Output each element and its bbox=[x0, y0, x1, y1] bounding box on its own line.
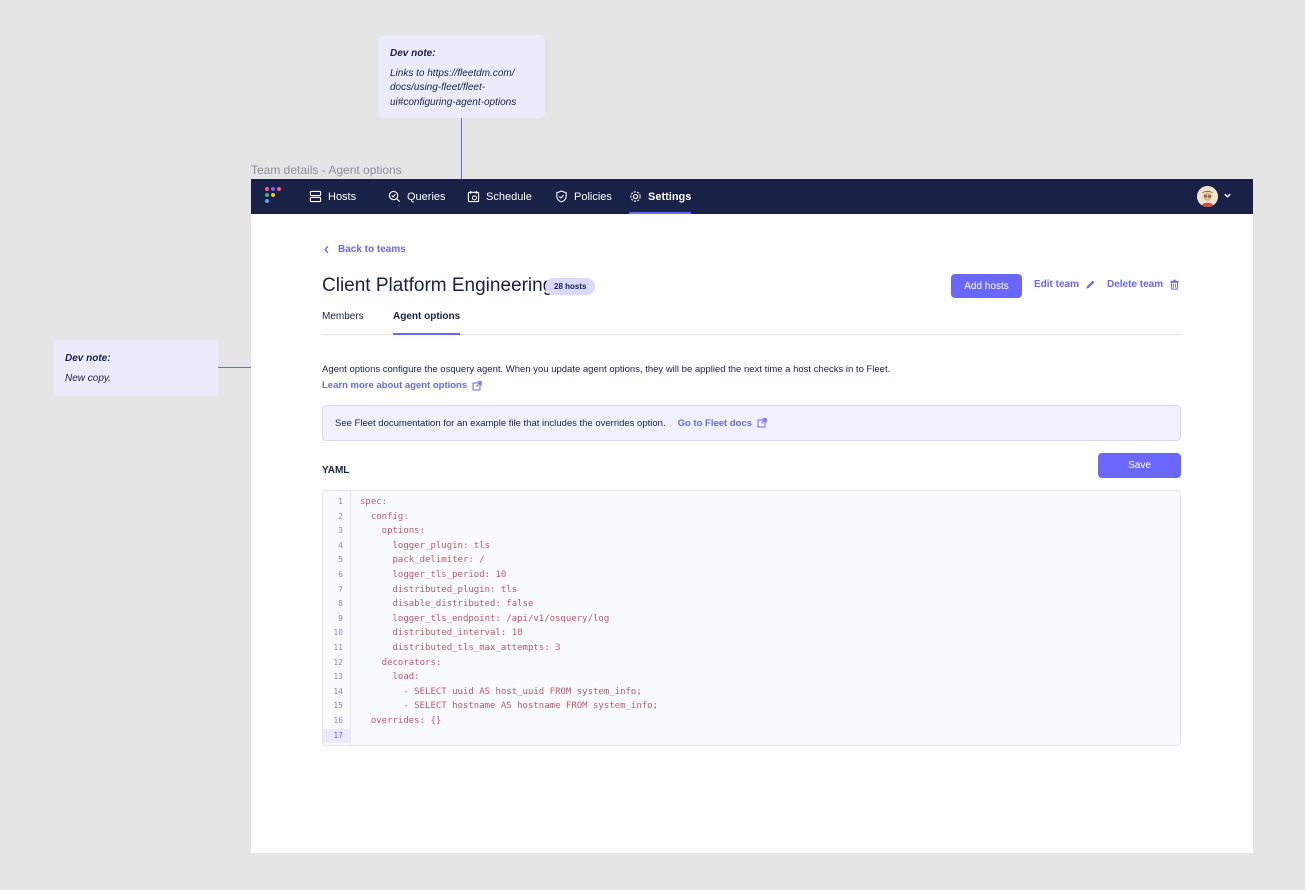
user-avatar[interactable] bbox=[1197, 186, 1218, 207]
policies-icon bbox=[556, 190, 567, 203]
delete-team-label: Delete team bbox=[1107, 279, 1164, 290]
code-line: options: bbox=[360, 526, 426, 537]
line-number: 15 bbox=[333, 701, 343, 711]
dev-note-top-text: Links to https://fleetdm.com/ docs/using… bbox=[390, 67, 517, 108]
tab-agent-options[interactable]: Agent options bbox=[393, 311, 461, 335]
line-number: 2 bbox=[338, 511, 343, 521]
back-to-teams-label: Back to teams bbox=[338, 244, 406, 255]
top-nav: Hosts Queries Schedule Policies Settings bbox=[251, 179, 1253, 214]
queries-icon bbox=[388, 190, 401, 203]
code-line: load: bbox=[360, 672, 420, 683]
code-line: logger_tls_period: 10 bbox=[360, 570, 507, 580]
code-line: logger_plugin: tls bbox=[360, 540, 491, 551]
go-to-fleet-docs-link[interactable]: Go to Fleet docs bbox=[678, 418, 767, 429]
hosts-icon bbox=[309, 190, 322, 203]
editor-gutter: 1 2 3 4 5 6 7 8 9 10 11 12 13 14 15 16 17 bbox=[323, 491, 351, 745]
fleet-logo-icon[interactable] bbox=[265, 187, 283, 205]
yaml-editor[interactable]: 1 2 3 4 5 6 7 8 9 10 11 12 13 14 15 16 17 spec: config: … bbox=[322, 490, 1181, 746]
delete-team-button[interactable]: Delete team bbox=[1107, 279, 1180, 290]
frame-label: Team details - Agent options bbox=[251, 163, 402, 177]
dev-note-left-title: Dev note: bbox=[65, 353, 111, 364]
dev-note-top-title: Dev note: bbox=[390, 48, 436, 59]
nav-item-settings-label: Settings bbox=[648, 190, 692, 203]
code-line: - SELECT hostname AS hostname FROM syste… bbox=[360, 701, 659, 712]
chevron-down-icon[interactable] bbox=[1223, 191, 1232, 200]
docs-info-banner: See Fleet documentation for an example f… bbox=[322, 405, 1181, 441]
dev-note-left: Dev note: New copy. bbox=[53, 340, 218, 396]
settings-icon bbox=[630, 191, 641, 202]
team-tabs: Members Agent options bbox=[322, 311, 1181, 335]
edit-team-label: Edit team bbox=[1034, 279, 1080, 290]
avatar-image bbox=[1197, 186, 1218, 207]
code-line: pack_delimiter: / bbox=[360, 555, 485, 566]
hosts-count-badge: 28 hosts bbox=[545, 278, 596, 295]
code-line: spec: bbox=[360, 497, 388, 507]
chevron-left-icon bbox=[324, 245, 329, 254]
learn-more-label: Learn more about agent options bbox=[322, 380, 468, 391]
external-link-icon bbox=[757, 418, 767, 428]
line-number: 4 bbox=[338, 540, 343, 550]
docs-info-text: See Fleet documentation for an example f… bbox=[335, 417, 666, 429]
line-number: 17 bbox=[323, 728, 350, 744]
tab-members[interactable]: Members bbox=[322, 311, 364, 335]
code-line: logger_tls_endpoint: /api/v1/osquery/log bbox=[360, 613, 610, 624]
line-number: 11 bbox=[333, 643, 343, 652]
yaml-label: YAML bbox=[322, 465, 350, 476]
line-number: 8 bbox=[338, 599, 343, 609]
pencil-icon bbox=[1086, 280, 1095, 289]
learn-more-link[interactable]: Learn more about agent options bbox=[322, 380, 482, 391]
dev-note-left-text: New copy. bbox=[65, 372, 111, 384]
code-line: overrides: {} bbox=[360, 716, 442, 726]
nav-item-schedule-label: Schedule bbox=[486, 190, 532, 203]
code-line: decorators: bbox=[360, 657, 442, 668]
nav-item-queries[interactable]: Queries bbox=[388, 179, 446, 214]
line-number: 7 bbox=[338, 584, 343, 594]
nav-item-settings[interactable]: Settings bbox=[629, 179, 692, 214]
line-number: 6 bbox=[338, 570, 343, 579]
code-line: config: bbox=[360, 511, 409, 522]
line-number: 3 bbox=[338, 526, 343, 536]
code-line: distributed_interval: 10 bbox=[360, 628, 523, 639]
back-to-teams-link[interactable]: Back to teams bbox=[323, 244, 406, 255]
nav-item-policies-label: Policies bbox=[574, 190, 612, 203]
agent-options-description: Agent options configure the osquery agen… bbox=[322, 364, 891, 375]
go-to-fleet-docs-label: Go to Fleet docs bbox=[677, 417, 753, 429]
line-number: 13 bbox=[333, 672, 343, 682]
nav-item-hosts-label: Hosts bbox=[328, 190, 357, 203]
line-number: 12 bbox=[333, 657, 343, 667]
line-number: 5 bbox=[338, 555, 343, 565]
line-number: 9 bbox=[338, 613, 343, 623]
nav-item-schedule[interactable]: Schedule bbox=[467, 179, 532, 214]
code-line: distributed_tls_max_attempts: 3 bbox=[360, 643, 561, 653]
schedule-icon bbox=[467, 190, 480, 203]
app-frame: Hosts Queries Schedule Policies Settings bbox=[251, 179, 1253, 853]
line-number: 10 bbox=[333, 628, 343, 638]
nav-item-queries-label: Queries bbox=[407, 190, 446, 203]
nav-item-hosts[interactable]: Hosts bbox=[309, 179, 356, 214]
external-link-icon bbox=[472, 380, 482, 390]
save-button[interactable]: Save bbox=[1098, 453, 1181, 478]
code-line: - SELECT uuid AS host_uuid FROM system_i… bbox=[360, 686, 642, 697]
nav-item-policies[interactable]: Policies bbox=[555, 179, 612, 214]
dev-note-top: Dev note: Links to https://fleetdm.com/ … bbox=[378, 35, 545, 118]
trash-icon bbox=[1170, 279, 1179, 290]
edit-team-button[interactable]: Edit team bbox=[1034, 279, 1096, 290]
code-line: disable_distributed: false bbox=[360, 599, 534, 610]
code-line: distributed_plugin: tls bbox=[360, 584, 518, 595]
add-hosts-button[interactable]: Add hosts bbox=[951, 274, 1022, 298]
line-number: 16 bbox=[333, 716, 343, 725]
line-number: 1 bbox=[338, 497, 343, 506]
line-number: 14 bbox=[333, 686, 343, 696]
team-name: Client Platform Engineering bbox=[322, 275, 554, 296]
